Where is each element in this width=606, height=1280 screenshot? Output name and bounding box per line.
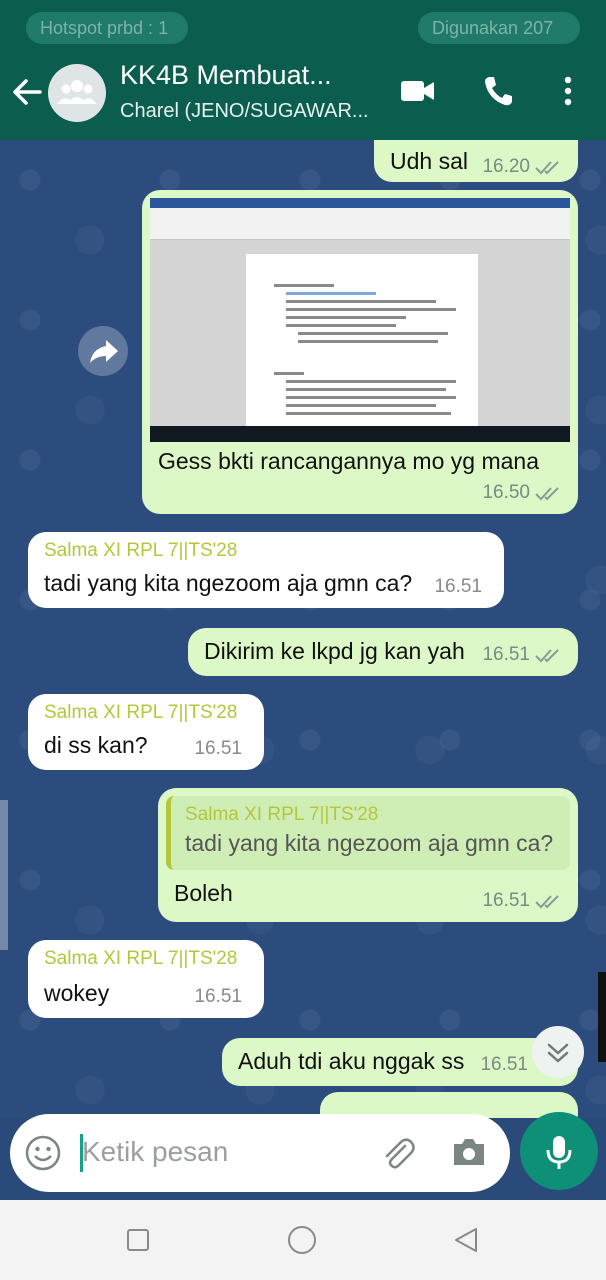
message-image-outgoing[interactable]: Gess bkti rancangannya mo yg mana 16.50: [142, 190, 578, 514]
message-text: Udh sal: [390, 148, 468, 174]
quoted-text: tadi yang kita ngezoom aja gmn ca?: [185, 830, 554, 856]
message-time: 16.51: [194, 986, 242, 1007]
message-time: 16.50: [482, 482, 562, 504]
phone-icon[interactable]: [482, 74, 514, 108]
data-usage-pill: Digunakan 207 MB: [418, 12, 580, 70]
message-outgoing[interactable]: Aduh tdi aku nggak ss 16.51: [222, 1038, 578, 1086]
screenshot-image[interactable]: [150, 198, 570, 442]
back-arrow-icon[interactable]: [10, 72, 44, 112]
message-composer[interactable]: Ketik pesan: [10, 1114, 510, 1192]
sender-name[interactable]: Salma XI RPL 7||TS'28: [44, 702, 237, 724]
message-text: Aduh tdi aku nggak ss: [238, 1048, 465, 1074]
message-time: 16.20: [482, 156, 562, 178]
quoted-sender: Salma XI RPL 7||TS'28: [185, 804, 379, 825]
voice-record-button[interactable]: [520, 1112, 598, 1190]
more-icon[interactable]: [562, 74, 574, 108]
message-text: tadi yang kita ngezoom aja gmn ca?: [44, 570, 413, 596]
message-text: Dikirim ke lkpd jg kan yah: [204, 638, 465, 664]
chat-header: KK4B Membuat... Charel (JENO/SUGAWAR...: [0, 44, 606, 140]
video-call-icon[interactable]: [400, 74, 436, 108]
message-incoming[interactable]: Salma XI RPL 7||TS'28 tadi yang kita nge…: [28, 532, 504, 608]
document-page: [246, 254, 478, 426]
double-check-icon: [535, 487, 559, 501]
right-edge-handle[interactable]: [598, 972, 606, 1062]
group-avatar-icon: [57, 80, 97, 104]
message-input[interactable]: Ketik pesan: [82, 1136, 228, 1168]
message-outgoing[interactable]: Udh sal 16.20: [374, 140, 578, 182]
group-avatar[interactable]: [48, 64, 106, 122]
camera-icon[interactable]: [450, 1134, 488, 1170]
system-navigation-bar: [0, 1200, 606, 1280]
left-edge-handle[interactable]: [0, 800, 8, 950]
status-bar: Hotspot prbd : 1 ... Digunakan 207 MB: [0, 0, 606, 70]
word-ribbon: [150, 198, 570, 240]
message-time: 16.51: [194, 738, 242, 759]
message-time: 16.51: [482, 644, 562, 666]
message-outgoing[interactable]: Dikirim ke lkpd jg kan yah 16.51: [188, 628, 578, 676]
forward-icon: [90, 340, 118, 363]
message-text: wokey: [44, 980, 110, 1006]
taskbar: [150, 426, 570, 442]
emoji-icon[interactable]: [24, 1134, 62, 1172]
forward-button[interactable]: [78, 326, 128, 376]
message-reply-outgoing[interactable]: Salma XI RPL 7||TS'28 tadi yang kita nge…: [158, 788, 578, 922]
recents-icon[interactable]: [126, 1228, 150, 1252]
double-check-icon: [535, 649, 559, 663]
sender-name[interactable]: Salma XI RPL 7||TS'28: [44, 948, 237, 970]
message-text: Boleh: [174, 880, 233, 906]
chat-title[interactable]: KK4B Membuat...: [120, 60, 332, 91]
message-time: 16.51: [480, 1054, 528, 1075]
back-nav-icon[interactable]: [452, 1226, 480, 1254]
home-icon[interactable]: [286, 1224, 318, 1256]
quoted-message[interactable]: Salma XI RPL 7||TS'28 tadi yang kita nge…: [166, 796, 570, 870]
scroll-to-bottom-button[interactable]: [532, 1026, 584, 1078]
message-text: Gess bkti rancangannya mo yg mana: [158, 448, 539, 474]
message-time: 16.51: [434, 576, 482, 597]
attach-icon[interactable]: [378, 1134, 416, 1172]
double-check-icon: [535, 161, 559, 175]
message-incoming[interactable]: Salma XI RPL 7||TS'28 wokey 16.51: [28, 940, 264, 1018]
chat-subtitle[interactable]: Charel (JENO/SUGAWAR...: [120, 100, 369, 123]
sender-name[interactable]: Salma XI RPL 7||TS'28: [44, 540, 237, 562]
message-incoming[interactable]: Salma XI RPL 7||TS'28 di ss kan? 16.51: [28, 694, 264, 770]
mic-icon: [546, 1136, 572, 1169]
double-check-icon: [535, 895, 559, 909]
chat-area[interactable]: Udh sal 16.20 Gess bkti rancangannya mo …: [0, 140, 606, 1118]
hotspot-pill: Hotspot prbd : 1 ...: [26, 12, 188, 70]
message-time: 16.51: [482, 890, 562, 912]
chevron-down-icon: [547, 1043, 569, 1063]
message-text: di ss kan?: [44, 732, 148, 758]
